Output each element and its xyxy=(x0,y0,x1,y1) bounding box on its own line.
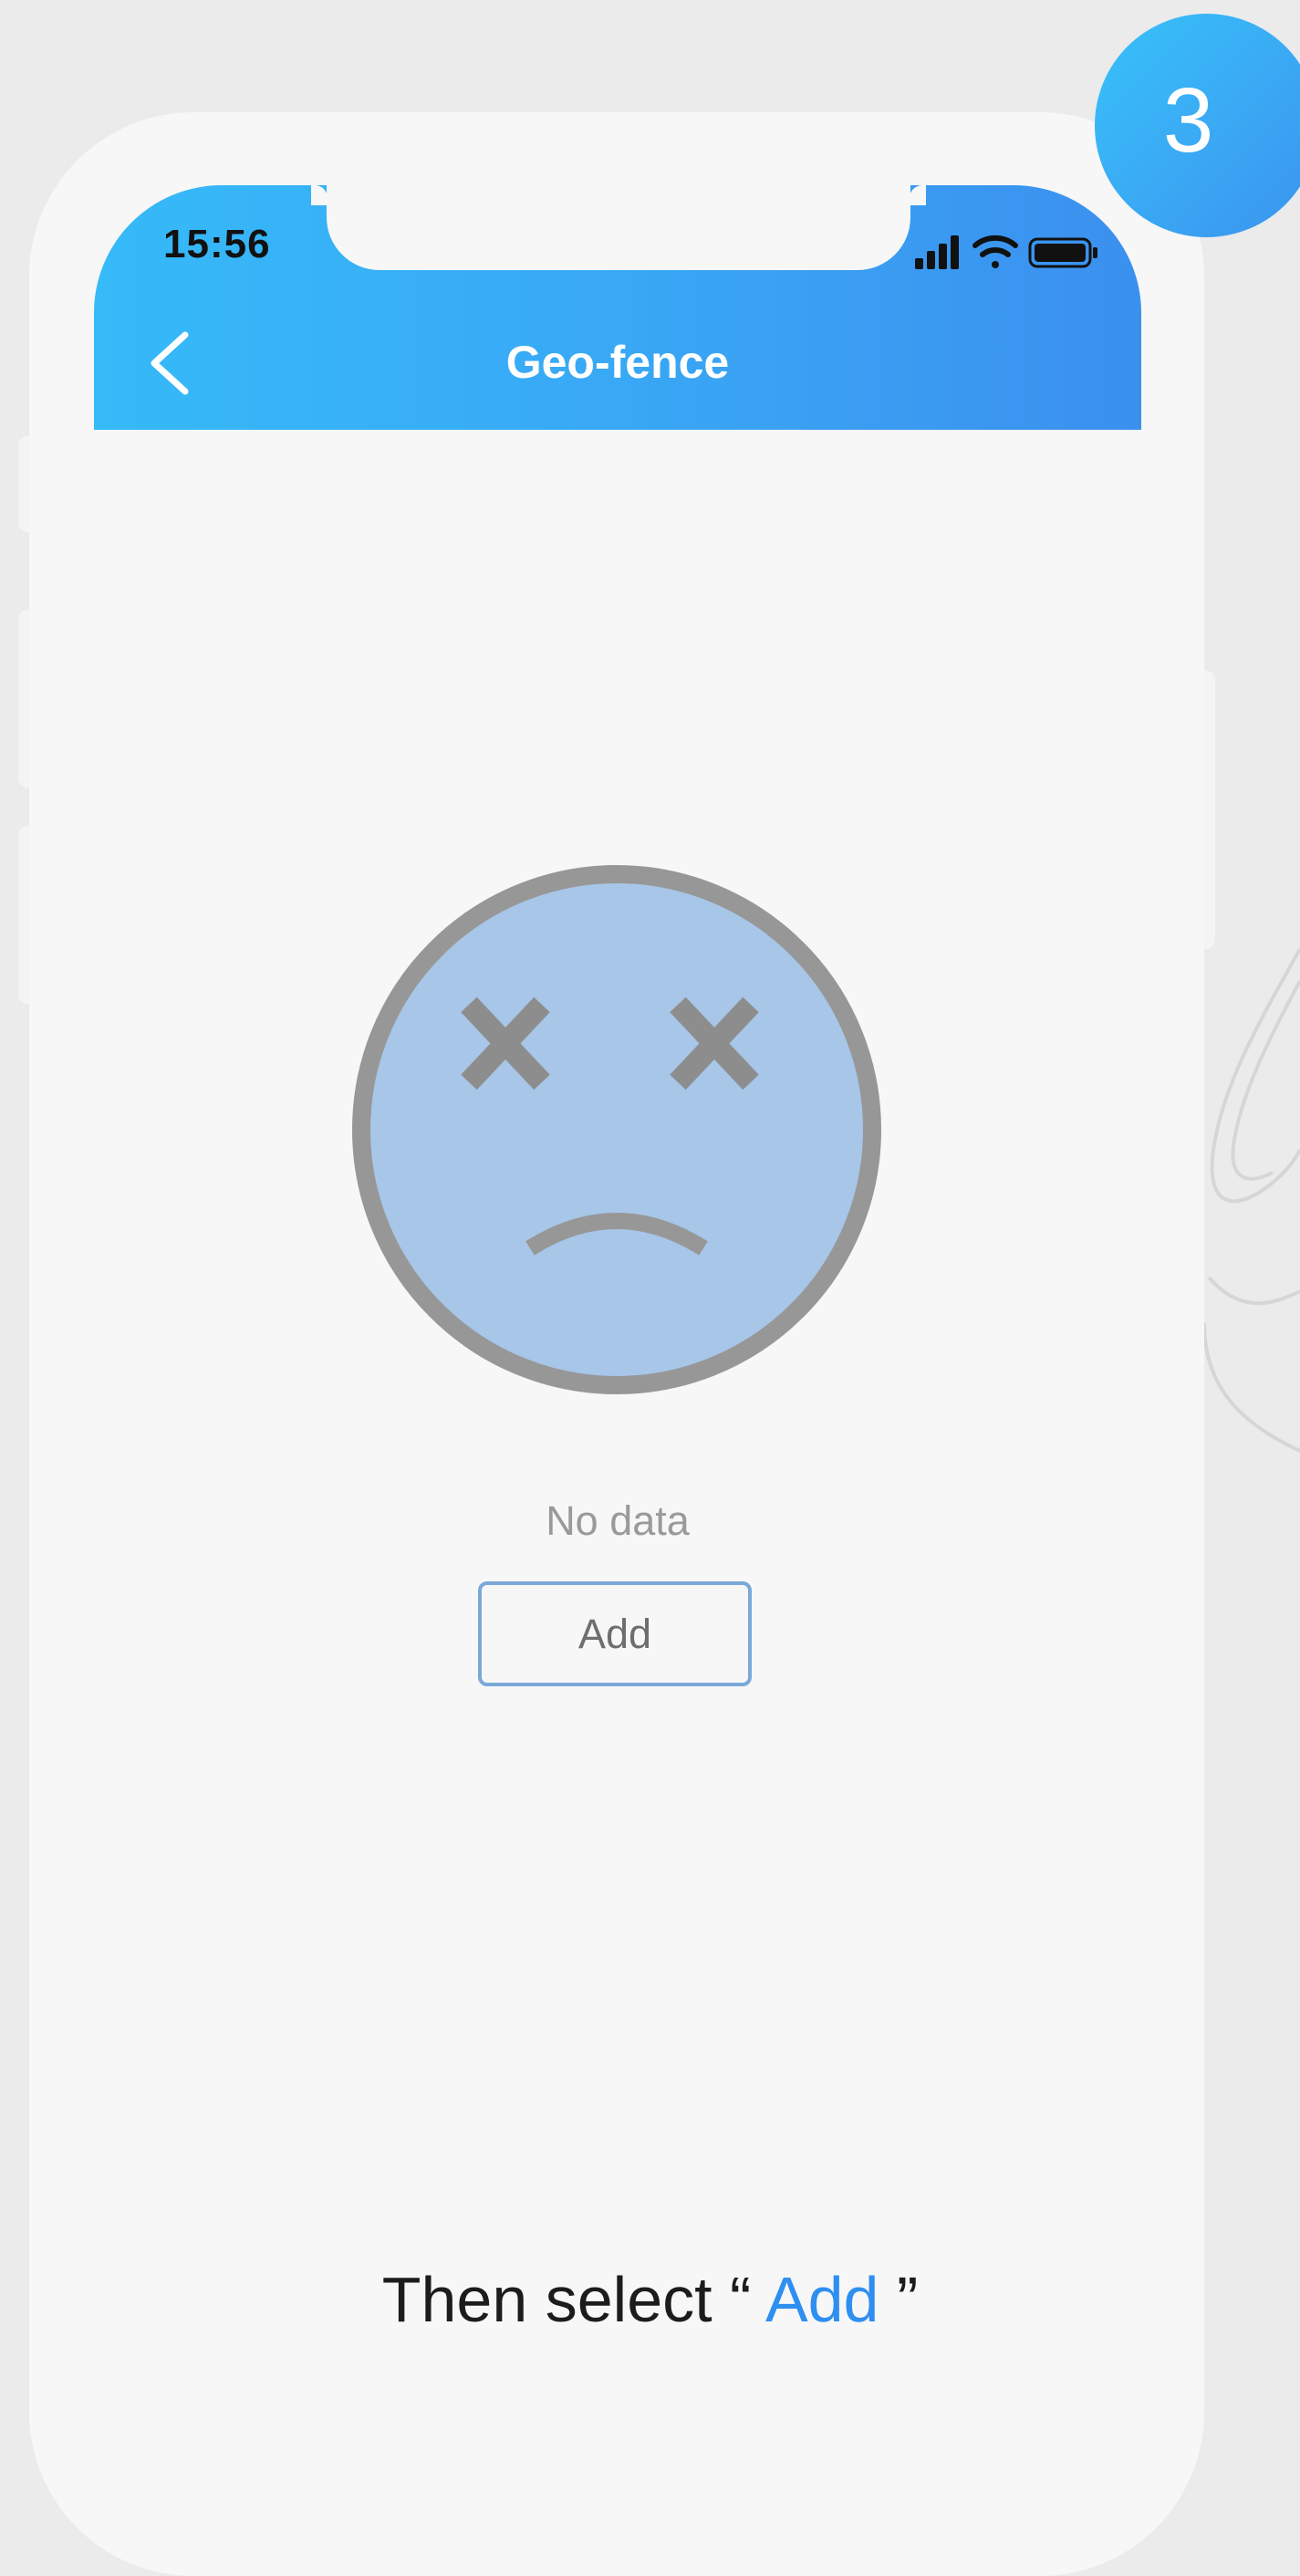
empty-state-text: No data xyxy=(546,1497,690,1544)
step-number: 3 xyxy=(1162,69,1214,172)
status-bar-time: 15:56 xyxy=(163,222,271,266)
cellular-signal-icon xyxy=(915,235,959,269)
navigation-header: 15:56 Geo-fence xyxy=(94,185,1141,430)
add-button[interactable]: Add xyxy=(478,1581,752,1686)
status-bar-icons xyxy=(915,235,1097,269)
phone-notch xyxy=(327,185,910,270)
notch-corner-right xyxy=(910,185,926,205)
app-screen: 15:56 Geo-fence No data Add xyxy=(94,185,1141,2513)
page-title: Geo-fence xyxy=(505,337,730,388)
wifi-icon xyxy=(972,235,1018,268)
caption-highlight: Add xyxy=(764,2264,879,2335)
caption-suffix: ” xyxy=(879,2264,919,2335)
notch-corner-left xyxy=(311,185,328,205)
caption-prefix: Then select “ xyxy=(381,2264,765,2335)
sad-face-icon xyxy=(352,865,881,1394)
battery-icon xyxy=(1028,237,1097,268)
instruction-caption: Then select “ Add ” xyxy=(0,2263,1300,2336)
